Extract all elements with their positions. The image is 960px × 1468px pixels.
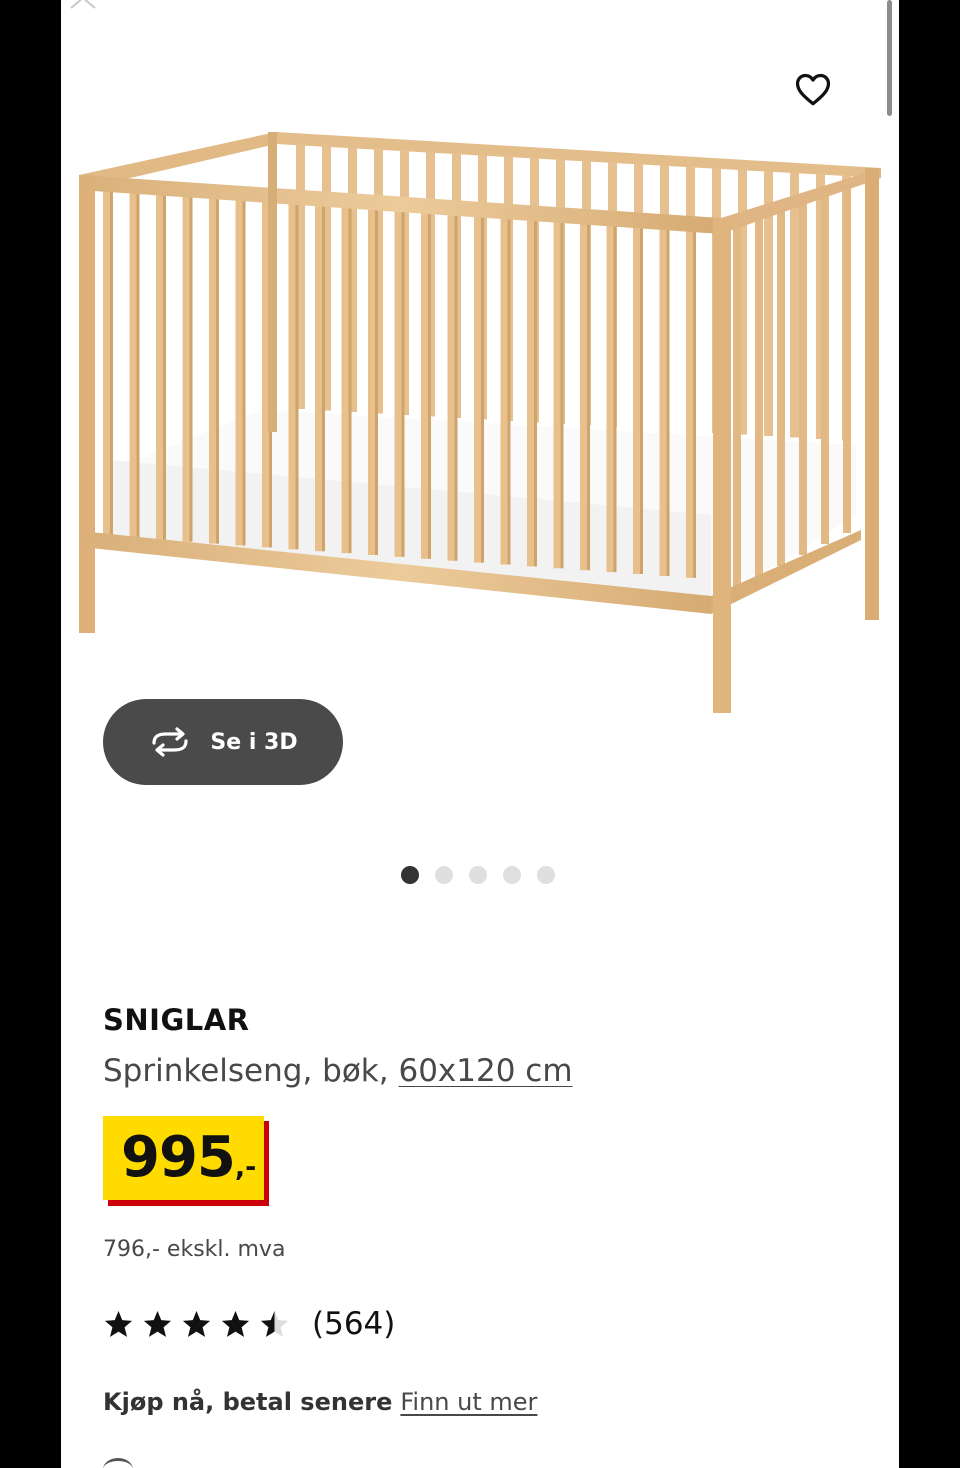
next-section-fragment <box>103 1458 133 1468</box>
product-description: Sprinkelseng, bøk, 60x120 cm <box>103 1053 573 1089</box>
star-icon <box>260 1310 289 1337</box>
rotate-3d-icon <box>152 727 188 757</box>
crib-front-slats <box>103 183 851 588</box>
heart-icon <box>795 73 831 106</box>
product-image[interactable] <box>71 120 891 720</box>
gallery-dot[interactable] <box>537 866 555 884</box>
star-icon <box>182 1310 211 1337</box>
rating-stars <box>103 1309 290 1340</box>
star-icon <box>143 1310 172 1337</box>
buy-now-pay-later: Kjøp nå, betal senere Finn ut mer <box>103 1388 537 1416</box>
star-icon <box>104 1310 133 1337</box>
rating[interactable]: (564) <box>103 1306 395 1342</box>
size-link[interactable]: 60x120 cm <box>398 1053 572 1089</box>
star-icon <box>221 1310 250 1337</box>
gallery-dot[interactable] <box>401 866 419 884</box>
crib-back-rail <box>276 132 881 178</box>
gallery-dot[interactable] <box>469 866 487 884</box>
crib-back-slats <box>296 144 851 441</box>
product-name: SNIGLAR <box>103 1003 250 1037</box>
review-count[interactable]: (564) <box>312 1306 395 1342</box>
bnpl-link[interactable]: Finn ut mer <box>400 1388 537 1416</box>
close-icon[interactable] <box>67 0 99 10</box>
price-value: 995 <box>121 1125 236 1190</box>
product-page: Se i 3D SNIGLAR Sprinkelseng, bøk, 60x12… <box>61 0 899 1468</box>
price-suffix: ,- <box>234 1152 257 1183</box>
favorite-button[interactable] <box>791 68 835 110</box>
bnpl-text: Kjøp nå, betal senere <box>103 1388 393 1416</box>
price-excl-vat: 796,- ekskl. mva <box>103 1237 286 1262</box>
scrollbar[interactable] <box>887 0 892 116</box>
gallery-pagination <box>401 866 555 884</box>
view-in-3d-button[interactable]: Se i 3D <box>103 699 343 785</box>
gallery-dot[interactable] <box>503 866 521 884</box>
gallery-dot[interactable] <box>435 866 453 884</box>
price-tag: 995 ,- <box>103 1116 269 1206</box>
product-type: Sprinkelseng, bøk, <box>103 1053 399 1089</box>
view-in-3d-label: Se i 3D <box>210 729 298 755</box>
